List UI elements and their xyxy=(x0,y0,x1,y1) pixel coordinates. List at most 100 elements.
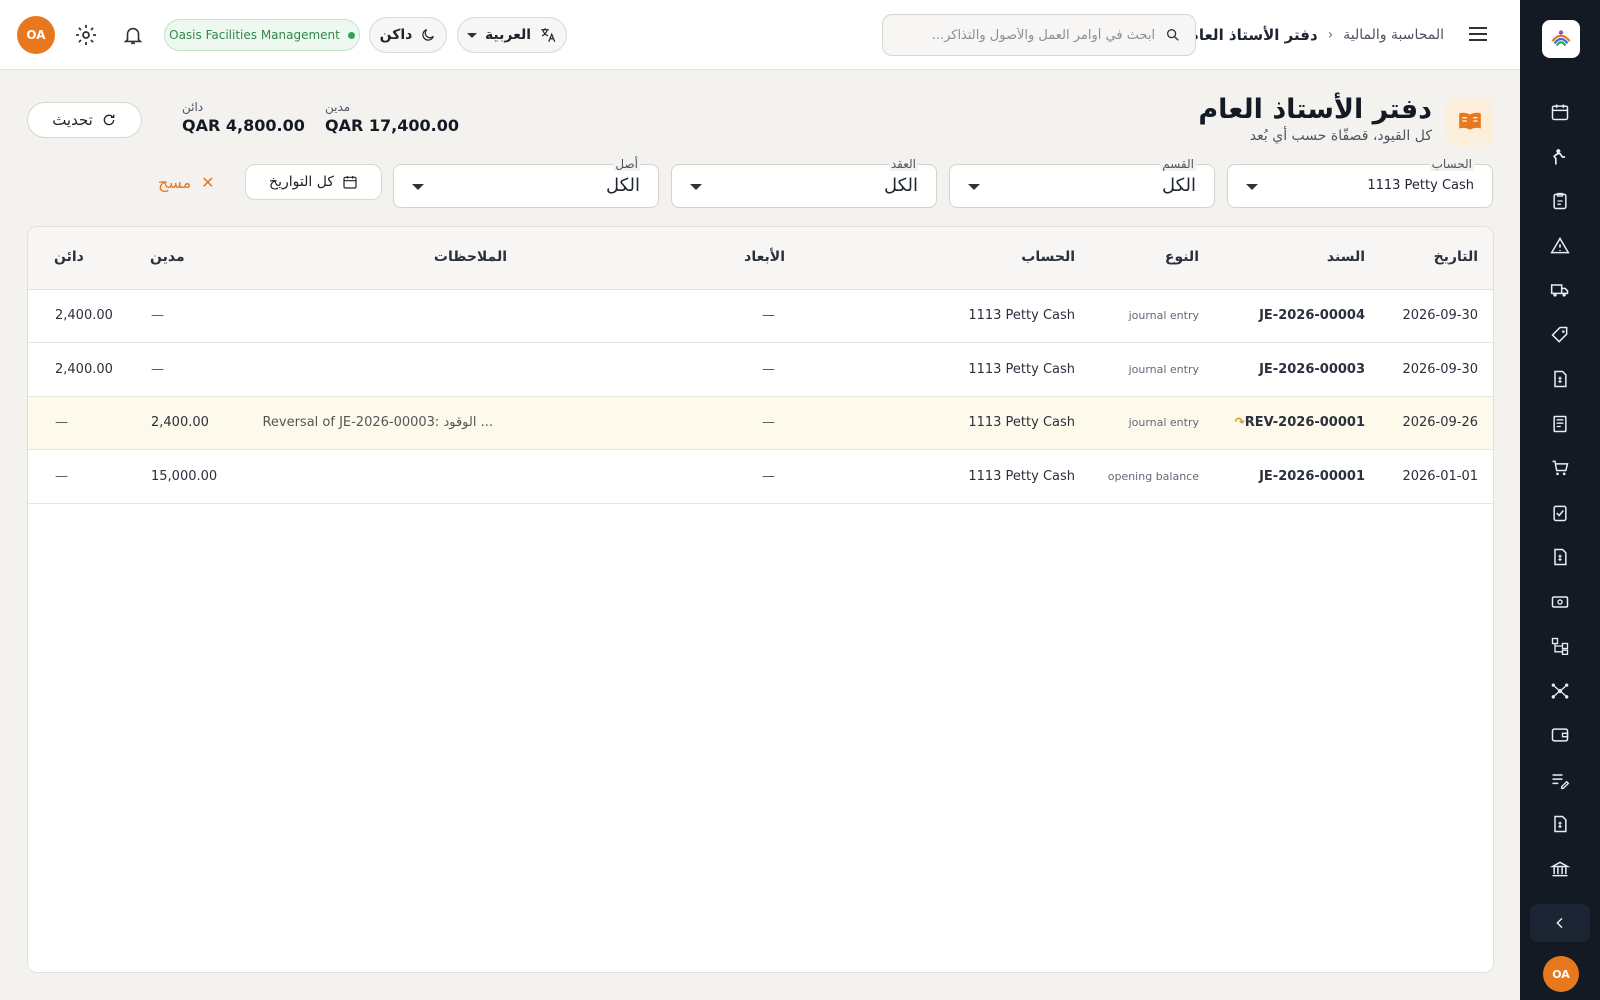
tag-icon[interactable] xyxy=(1548,323,1572,347)
side-rail: OA xyxy=(1520,0,1600,1000)
top-bar: المحاسبة والمالية ‹ دفتر الأستاذ العام ا… xyxy=(0,0,1520,70)
search-box[interactable] xyxy=(882,14,1196,56)
cell-debit: 2,400.00 xyxy=(151,415,209,430)
theme-toggle[interactable]: داكن xyxy=(369,17,447,53)
cell-debit: 15,000.00 xyxy=(151,468,218,484)
organization-badge[interactable]: Oasis Facilities Management xyxy=(164,19,360,51)
cell-debit: — xyxy=(151,361,164,377)
credit-value: QAR 4,800.00 xyxy=(182,116,305,135)
cell-notes: Reversal of JE-2026-00003: الوقود ... xyxy=(262,415,493,430)
cell-date: 2026-09-30 xyxy=(1402,308,1478,323)
cell-account: 1113 Petty Cash xyxy=(968,415,1075,430)
book-icon[interactable] xyxy=(1548,412,1572,436)
app-logo[interactable] xyxy=(1542,20,1580,58)
column-date[interactable]: التاريخ xyxy=(1434,249,1478,265)
cell-credit: 2,400.00 xyxy=(55,361,113,377)
asset-filter[interactable]: أصل الكل xyxy=(393,157,659,208)
cell-credit: 2,400.00 xyxy=(55,308,113,323)
caret-down-icon xyxy=(466,32,477,38)
cell-date: 2026-01-01 xyxy=(1402,468,1478,484)
cell-voucher[interactable]: ↷REV-2026-00001 xyxy=(1229,415,1365,430)
menu-icon[interactable] xyxy=(1466,22,1490,46)
table-header: التاريخ السند النوع الحساب الأبعاد الملا… xyxy=(28,227,1493,290)
cell-dimensions: — xyxy=(762,415,775,430)
collapse-rail-button[interactable] xyxy=(1530,904,1590,942)
hierarchy-icon[interactable] xyxy=(1548,634,1572,658)
gear-icon[interactable] xyxy=(74,23,98,47)
checklist-icon[interactable] xyxy=(1548,501,1572,525)
cell-credit: — xyxy=(55,468,68,484)
refresh-button[interactable]: تحديث xyxy=(27,102,142,138)
date-range-button[interactable]: كل التواريخ xyxy=(245,164,382,200)
credit-total: دائن QAR 4,800.00 xyxy=(182,100,305,135)
column-notes[interactable]: الملاحظات xyxy=(434,249,507,265)
credit-label: دائن xyxy=(182,100,204,114)
language-selector[interactable]: العربية xyxy=(457,17,567,53)
column-debit[interactable]: مدين xyxy=(150,249,185,265)
cart-icon[interactable] xyxy=(1548,456,1572,480)
wallet-icon[interactable] xyxy=(1548,723,1572,747)
bill-icon[interactable] xyxy=(1548,545,1572,569)
table-row[interactable]: 2026-09-30 JE-2026-00003 journal entry 1113… xyxy=(28,344,1493,397)
rail-avatar[interactable]: OA xyxy=(1543,956,1579,992)
clear-filters-button[interactable]: ✕ مسح xyxy=(158,168,215,196)
person-icon[interactable] xyxy=(1548,145,1572,169)
cell-type: opening balance xyxy=(1107,469,1199,483)
organization-name: Oasis Facilities Management xyxy=(169,28,340,42)
table-row[interactable]: 2026-01-01 JE-2026-00001 opening balance 11… xyxy=(28,451,1493,504)
status-dot xyxy=(347,31,355,39)
account-filter-value: 1113 Petty Cash xyxy=(1367,178,1474,193)
page-subtitle: كل القيود، قصفّاة حسب أي بُعد xyxy=(1249,128,1432,144)
cell-account: 1113 Petty Cash xyxy=(968,361,1075,377)
column-account[interactable]: الحساب xyxy=(1021,249,1075,265)
user-avatar[interactable]: OA xyxy=(17,16,55,54)
book-icon xyxy=(1446,97,1494,145)
cell-type: journal entry xyxy=(1128,309,1199,322)
caret-down-icon xyxy=(690,184,702,190)
cell-type: journal entry xyxy=(1128,416,1199,429)
cell-credit: — xyxy=(55,415,68,430)
receipt-icon[interactable] xyxy=(1548,812,1572,836)
truck-icon[interactable] xyxy=(1548,278,1572,302)
moon-icon xyxy=(422,29,435,41)
debit-label: مدين xyxy=(325,100,351,114)
page-title: دفتر الأستاذ العام xyxy=(1198,94,1432,125)
cell-voucher[interactable]: JE-2026-00004 xyxy=(1259,308,1365,323)
contract-filter-value: الكل xyxy=(883,175,918,196)
cell-voucher[interactable]: JE-2026-00001 xyxy=(1259,469,1365,484)
breadcrumb-current: دفتر الأستاذ العام xyxy=(1187,26,1318,44)
voucher-label: REV-2026-00001 xyxy=(1244,415,1365,430)
column-type[interactable]: النوع xyxy=(1165,249,1199,265)
warning-icon[interactable] xyxy=(1548,234,1572,258)
chevron-left-icon xyxy=(1556,917,1563,929)
column-dimensions[interactable]: الأبعاد xyxy=(744,249,785,265)
cell-account: 1113 Petty Cash xyxy=(968,308,1075,323)
chevron-left-icon: ‹ xyxy=(1327,27,1334,43)
breadcrumb-parent[interactable]: المحاسبة والمالية xyxy=(1343,27,1444,43)
cash-icon[interactable] xyxy=(1548,590,1572,614)
network-icon[interactable] xyxy=(1548,679,1572,703)
column-voucher[interactable]: السند xyxy=(1327,249,1365,265)
account-filter[interactable]: الحساب 1113 Petty Cash xyxy=(1227,157,1493,208)
table-row[interactable]: 2026-09-26 ↷REV-2026-00001 journal entry 11… xyxy=(28,397,1493,450)
list-edit-icon[interactable] xyxy=(1548,768,1572,792)
date-range-label: كل التواريخ xyxy=(269,174,334,190)
account-filter-label: الحساب xyxy=(1429,157,1474,171)
asset-filter-value: الكل xyxy=(605,175,640,196)
clipboard-icon[interactable] xyxy=(1548,189,1572,213)
column-credit[interactable]: دائن xyxy=(54,249,84,265)
bank-icon[interactable] xyxy=(1548,857,1572,881)
contract-filter[interactable]: العقد الكل xyxy=(671,157,937,208)
table-row[interactable]: 2026-09-30 JE-2026-00004 journal entry 1113… xyxy=(28,290,1493,343)
language-label: العربية xyxy=(484,27,532,43)
caret-down-icon xyxy=(1246,184,1258,190)
invoice-icon[interactable] xyxy=(1548,367,1572,391)
cell-date: 2026-09-26 xyxy=(1402,415,1478,430)
cell-account: 1113 Petty Cash xyxy=(968,468,1075,484)
department-filter[interactable]: القسم الكل xyxy=(949,157,1215,208)
calendar-icon[interactable] xyxy=(1548,100,1572,124)
search-input[interactable] xyxy=(897,27,1156,43)
cell-voucher[interactable]: JE-2026-00003 xyxy=(1259,362,1365,377)
cell-dimensions: — xyxy=(762,468,775,484)
bell-icon[interactable] xyxy=(122,24,144,46)
